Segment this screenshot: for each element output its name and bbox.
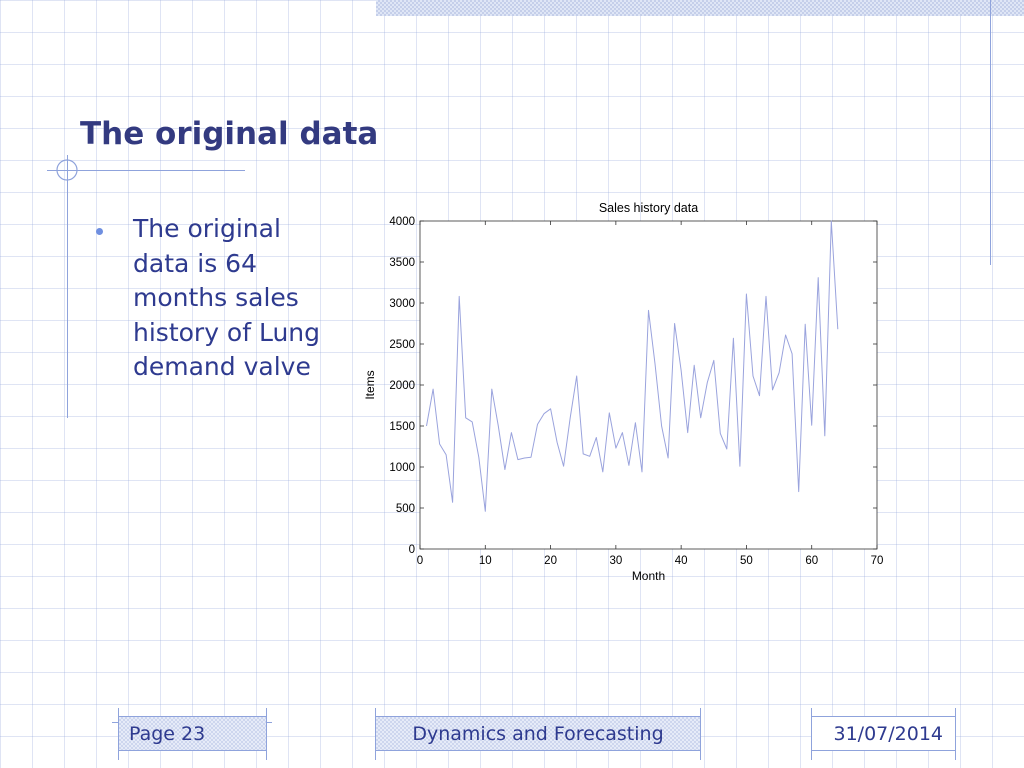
x-tick-label: 70 [871,555,884,567]
x-tick-label: 0 [417,555,423,567]
x-tick-label: 30 [609,555,622,567]
x-tick-label: 60 [805,555,818,567]
y-tick-label: 3000 [389,298,415,310]
footer-center-text: Dynamics and Forecasting [412,722,664,745]
y-tick-label: 4000 [389,216,415,228]
bullet-dot-icon [96,228,103,235]
x-tick-label: 50 [740,555,753,567]
y-tick-label: 2000 [389,380,415,392]
footer-page-box: Page 23 [118,716,267,751]
title-circle-ornament [56,159,78,181]
slide-title: The original data [80,116,379,152]
footer-date: 31/07/2014 [833,722,943,745]
chart-title: Sales history data [599,201,698,215]
top-pattern-band [376,0,1024,16]
x-tick-label: 20 [544,555,557,567]
footer-date-box: 31/07/2014 [811,716,956,751]
y-tick-label: 1500 [389,421,415,433]
x-axis-label: Month [632,569,665,583]
y-axis-label: Items [363,370,377,399]
y-tick-label: 2500 [389,339,415,351]
y-tick-label: 500 [396,503,415,515]
title-left-vertical-line [67,155,68,418]
top-right-vertical-line [990,0,991,265]
bullet-text: The original data is 64 months sales his… [133,214,321,381]
x-tick-label: 40 [675,555,688,567]
x-tick-label: 10 [479,555,492,567]
y-tick-label: 0 [409,544,415,556]
footer-center-box: Dynamics and Forecasting [375,716,701,751]
sales-history-chart: 0 500 1000 1500 2000 2500 3000 3500 4000 0 10 20 30 4… [363,201,884,583]
footer-page-number: Page 23 [129,722,206,745]
plot-area [419,220,878,550]
y-tick-label: 1000 [389,462,415,474]
y-tick-label: 3500 [389,257,415,269]
